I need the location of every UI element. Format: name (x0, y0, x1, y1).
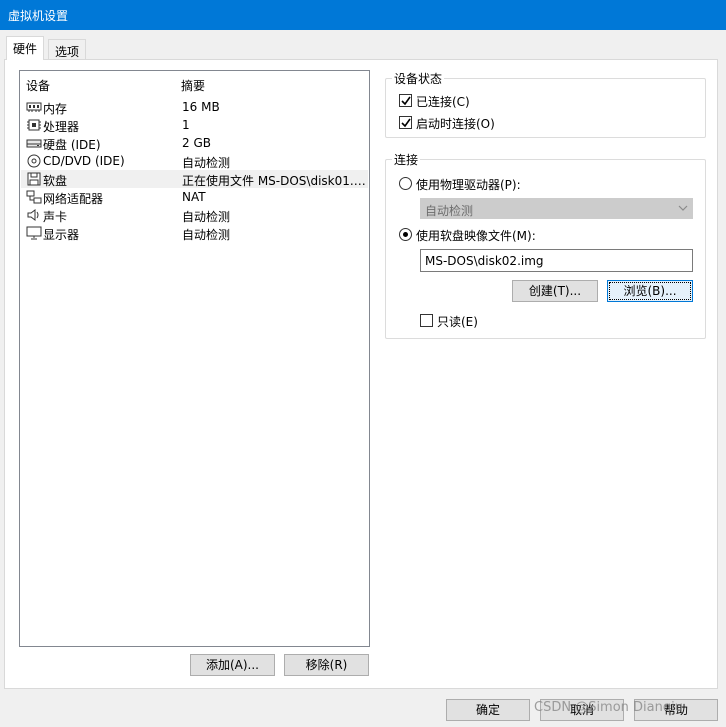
connection-group: 连接 使用物理驱动器(P): 自动检测 使用软盘映像文件(M): MS-DOS\… (385, 151, 706, 339)
device-row-sound-card[interactable]: 声卡 自动检测 (21, 206, 368, 224)
connected-checkbox-box[interactable] (399, 94, 412, 107)
device-name: 硬盘 (IDE) (43, 138, 101, 152)
tab-strip: 硬件 选项 (0, 30, 726, 61)
physical-drive-select[interactable]: 自动检测 (420, 198, 693, 219)
floppy-icon (27, 172, 41, 186)
title-bar: 虚拟机设置 (0, 0, 726, 30)
device-row-display[interactable]: 显示器 自动检测 (21, 224, 368, 242)
hardware-panel: 设备 摘要 内存 16 MB 处理器 1 硬盘 (IDE) 2 GB CD/DV… (4, 59, 718, 689)
hard-disk-icon (26, 139, 42, 148)
column-header-summary[interactable]: 摘要 (181, 77, 205, 94)
memory-icon (26, 102, 42, 112)
device-name: 处理器 (43, 120, 80, 134)
device-name: 网络适配器 (43, 192, 104, 206)
device-row-floppy[interactable]: 软盘 正在使用文件 MS-DOS\disk01.i... (21, 170, 368, 188)
device-list[interactable]: 设备 摘要 内存 16 MB 处理器 1 硬盘 (IDE) 2 GB CD/DV… (19, 70, 370, 647)
device-summary: 自动检测 (182, 228, 231, 242)
physical-drive-label: 使用物理驱动器(P): (416, 178, 521, 192)
physical-drive-value: 自动检测 (425, 204, 474, 218)
physical-drive-radio-dot[interactable] (399, 177, 412, 190)
chevron-down-icon (678, 205, 688, 211)
physical-drive-radio[interactable]: 使用物理驱动器(P): (399, 175, 599, 192)
device-status-group: 设备状态 已连接(C) 启动时连接(O) (385, 70, 706, 138)
connected-label: 已连接(C) (416, 95, 470, 109)
device-name: 显示器 (43, 228, 80, 242)
device-row-network-adapter[interactable]: 网络适配器 NAT (21, 188, 368, 206)
device-summary: NAT (182, 190, 206, 204)
speaker-icon (27, 209, 39, 221)
image-file-radio[interactable]: 使用软盘映像文件(M): (399, 226, 599, 243)
add-button[interactable]: 添加(A)... (190, 654, 275, 676)
device-status-title: 设备状态 (392, 70, 445, 87)
device-row-cd-dvd[interactable]: CD/DVD (IDE) 自动检测 (21, 152, 368, 170)
network-adapter-icon (26, 190, 42, 204)
checkmark-icon (401, 118, 411, 128)
device-name: 声卡 (43, 210, 68, 224)
device-name: CD/DVD (IDE) (43, 154, 125, 168)
watermark: CSDN @Simon Dianqiu (534, 700, 683, 715)
image-path-input[interactable]: MS-DOS\disk02.img (420, 249, 693, 272)
device-name: 内存 (43, 102, 68, 116)
ok-button[interactable]: 确定 (446, 699, 530, 721)
browse-button[interactable]: 浏览(B)... (607, 280, 693, 302)
device-summary: 2 GB (182, 136, 211, 150)
device-summary: 正在使用文件 MS-DOS\disk01.i... (182, 174, 367, 188)
column-header-device[interactable]: 设备 (26, 77, 50, 94)
device-summary: 16 MB (182, 100, 220, 114)
device-row-processor[interactable]: 处理器 1 (21, 116, 368, 134)
device-summary: 自动检测 (182, 156, 231, 170)
remove-button[interactable]: 移除(R) (284, 654, 369, 676)
connect-on-power-label: 启动时连接(O) (416, 117, 495, 131)
processor-icon (27, 119, 41, 131)
readonly-label: 只读(E) (437, 315, 478, 329)
monitor-icon (26, 226, 42, 240)
cd-dvd-icon (27, 154, 41, 168)
tab-options[interactable]: 选项 (48, 39, 87, 61)
create-button[interactable]: 创建(T)... (512, 280, 598, 302)
device-summary: 1 (182, 118, 190, 132)
connect-on-power-checkbox[interactable]: 启动时连接(O) (399, 114, 599, 131)
connection-title: 连接 (392, 151, 421, 168)
device-name: 软盘 (43, 174, 68, 188)
readonly-checkbox-box[interactable] (420, 314, 433, 327)
image-file-radio-dot[interactable] (399, 228, 412, 241)
connect-on-power-checkbox-box[interactable] (399, 116, 412, 129)
checkmark-icon (401, 96, 411, 106)
device-row-memory[interactable]: 内存 16 MB (21, 98, 368, 116)
device-summary: 自动检测 (182, 210, 231, 224)
image-file-label: 使用软盘映像文件(M): (416, 229, 536, 243)
readonly-checkbox[interactable]: 只读(E) (420, 312, 540, 329)
tab-hardware[interactable]: 硬件 (6, 36, 45, 60)
device-row-hard-disk[interactable]: 硬盘 (IDE) 2 GB (21, 134, 368, 152)
window-title: 虚拟机设置 (8, 9, 69, 23)
connected-checkbox[interactable]: 已连接(C) (399, 92, 599, 109)
